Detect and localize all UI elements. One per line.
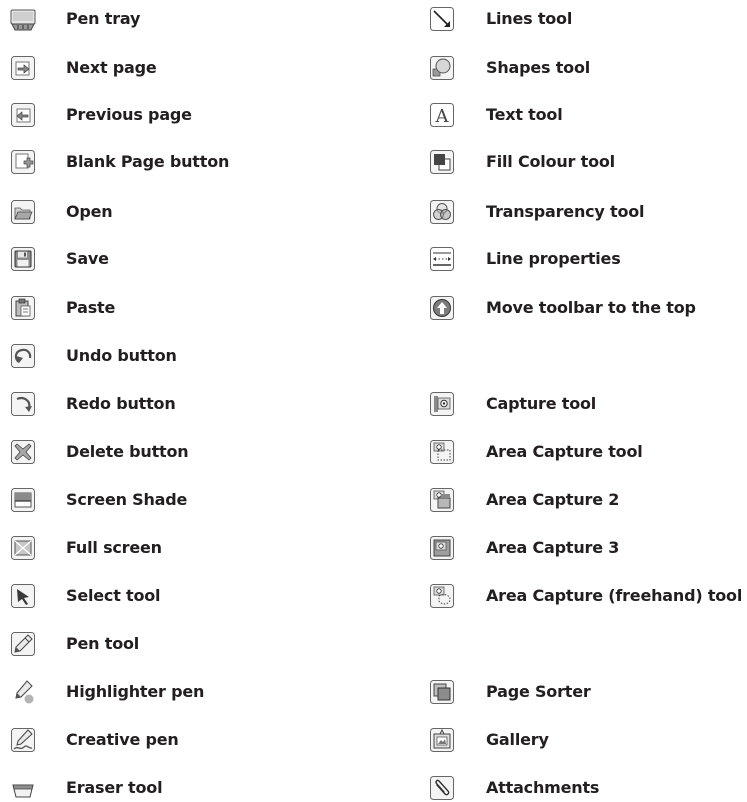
attachments-paperclip-icon (429, 775, 455, 801)
creative-pen-icon (10, 727, 36, 753)
fill-colour-icon (429, 149, 455, 175)
legend-label: Area Capture (freehand) tool (486, 586, 743, 605)
legend-item-capture: Capture tool (429, 390, 596, 418)
legend-label: Screen Shade (66, 490, 188, 509)
legend-item-select: Select tool (10, 582, 161, 610)
legend-item-area-capture-3: Area Capture 3 (429, 534, 619, 562)
transparency-icon (429, 199, 455, 225)
legend-label: Next page (66, 58, 157, 77)
legend-label: Creative pen (66, 730, 179, 749)
legend-item-area-capture-freehand: Area Capture (freehand) tool (429, 582, 742, 610)
legend-label: Pen tool (66, 634, 140, 653)
gallery-icon (429, 727, 455, 753)
legend-label: Paste (66, 298, 116, 317)
legend-item-highlighter: Highlighter pen (10, 678, 204, 706)
legend-item-blank-page: Blank Page button (10, 148, 229, 176)
legend-item-full-screen: Full screen (10, 534, 162, 562)
page-sorter-icon (429, 679, 455, 705)
area-capture-icon (429, 439, 455, 465)
legend-label: Shapes tool (486, 58, 591, 77)
legend-label: Select tool (66, 586, 161, 605)
save-floppy-icon (10, 246, 36, 272)
legend-item-fill-colour: Fill Colour tool (429, 148, 615, 176)
lines-icon (429, 6, 455, 32)
line-properties-icon (429, 246, 455, 272)
legend-item-previous-page: Previous page (10, 101, 192, 129)
shapes-icon (429, 55, 455, 81)
legend-item-redo: Redo button (10, 390, 176, 418)
legend-item-move-toolbar: Move toolbar to the top (429, 294, 696, 322)
legend-label: Area Capture 2 (486, 490, 620, 509)
full-screen-icon (10, 535, 36, 561)
pen-tray-icon (10, 6, 36, 32)
legend-label: Area Capture tool (486, 442, 643, 461)
area-capture-freehand-icon (429, 583, 455, 609)
legend-item-area-capture: Area Capture tool (429, 438, 643, 466)
highlighter-icon (10, 679, 36, 705)
move-toolbar-up-icon (429, 295, 455, 321)
legend-item-page-sorter: Page Sorter (429, 678, 591, 706)
legend-item-eraser: Eraser tool (10, 774, 163, 802)
area-capture-2-icon (429, 487, 455, 513)
select-arrow-icon (10, 583, 36, 609)
legend-label: Attachments (486, 778, 600, 797)
legend-item-open: Open (10, 198, 113, 226)
legend-item-shapes: Shapes tool (429, 54, 590, 82)
svg-text:A: A (435, 106, 450, 127)
legend-label: Capture tool (486, 394, 597, 413)
legend-label: Area Capture 3 (486, 538, 620, 557)
legend-item-gallery: Gallery (429, 726, 549, 754)
legend-item-pen: Pen tool (10, 630, 139, 658)
previous-page-icon (10, 102, 36, 128)
redo-icon (10, 391, 36, 417)
legend-label: Text tool (486, 105, 563, 124)
legend-item-screen-shade: Screen Shade (10, 486, 187, 514)
legend-label: Eraser tool (66, 778, 163, 797)
legend-item-paste: Paste (10, 294, 115, 322)
legend-label: Full screen (66, 538, 162, 557)
legend-item-creative-pen: Creative pen (10, 726, 179, 754)
legend-label: Transparency tool (486, 202, 645, 221)
legend-label: Redo button (66, 394, 176, 413)
legend-item-attachments: Attachments (429, 774, 599, 802)
legend-label: Pen tray (66, 9, 141, 28)
legend-item-transparency: Transparency tool (429, 198, 645, 226)
eraser-icon (10, 775, 36, 801)
legend-label: Move toolbar to the top (486, 298, 696, 317)
legend-label: Line properties (486, 249, 621, 268)
area-capture-3-icon (429, 535, 455, 561)
legend-label: Save (66, 249, 109, 268)
legend-label: Previous page (66, 105, 192, 124)
legend-item-lines: Lines tool (429, 5, 572, 33)
legend-item-delete: Delete button (10, 438, 189, 466)
paste-clipboard-icon (10, 295, 36, 321)
text-a-icon: A (429, 102, 455, 128)
legend-item-undo: Undo button (10, 342, 177, 370)
legend-item-line-properties: Line properties (429, 245, 621, 273)
open-folder-icon (10, 199, 36, 225)
legend-item-next-page: Next page (10, 54, 157, 82)
legend-label: Open (66, 202, 113, 221)
legend-label: Blank Page button (66, 152, 230, 171)
legend-label: Page Sorter (486, 682, 591, 701)
legend-label: Fill Colour tool (486, 152, 615, 171)
legend-label: Delete button (66, 442, 189, 461)
legend-label: Gallery (486, 730, 549, 749)
screen-shade-icon (10, 487, 36, 513)
legend-item-area-capture-2: Area Capture 2 (429, 486, 619, 514)
legend-label: Undo button (66, 346, 177, 365)
legend-item-pen-tray: Pen tray (10, 5, 140, 33)
legend-item-save: Save (10, 245, 109, 273)
undo-icon (10, 343, 36, 369)
next-page-icon (10, 55, 36, 81)
pen-icon (10, 631, 36, 657)
camera-capture-icon (429, 391, 455, 417)
blank-page-icon (10, 149, 36, 175)
legend-label: Highlighter pen (66, 682, 205, 701)
legend-label: Lines tool (486, 9, 573, 28)
legend-item-text: A Text tool (429, 101, 563, 129)
delete-x-icon (10, 439, 36, 465)
